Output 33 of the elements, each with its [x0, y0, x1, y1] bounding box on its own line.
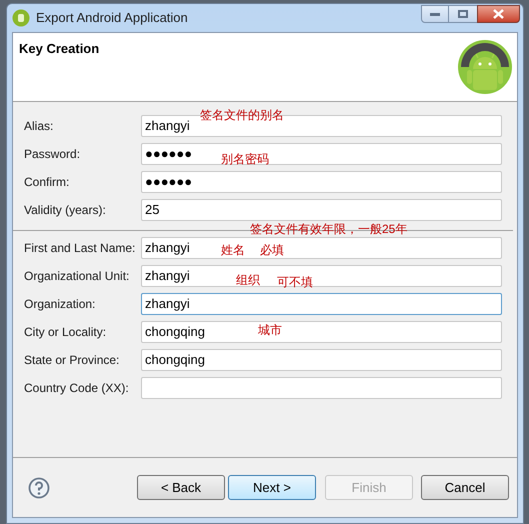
field-label: Confirm: [23, 174, 70, 191]
annotation-note: 签名文件有效年限，一般25年 [250, 221, 408, 238]
annotation-note: 组织 [236, 272, 260, 289]
android-robot-icon [457, 39, 513, 95]
field-label: City or Locality: [23, 324, 108, 341]
close-button[interactable] [477, 5, 520, 23]
close-icon [493, 9, 504, 19]
window-title: Export Android Application [36, 9, 188, 28]
field-label: Organizational Unit: [23, 268, 130, 285]
input-field[interactable] [141, 377, 502, 399]
page-title: Key Creation [19, 40, 100, 58]
annotation-note: 别名密码 [221, 151, 269, 168]
field-label: State or Province: [23, 352, 120, 369]
input-field[interactable]: 25 [141, 199, 502, 221]
field-label: First and Last Name: [23, 240, 136, 257]
input-field[interactable]: ●●●●●● [141, 171, 502, 193]
field-label: Organization: [23, 296, 96, 313]
field-label: Country Code (XX): [23, 380, 130, 397]
help-icon[interactable] [28, 476, 50, 498]
input-field[interactable]: zhangyi [141, 293, 502, 315]
minimize-button[interactable] [421, 5, 449, 23]
dialog-button[interactable]: Cancel [421, 475, 509, 500]
annotation-note: 城市 [258, 322, 282, 339]
field-label: Alias: [23, 118, 54, 135]
annotation-note: 姓名 [221, 242, 245, 259]
field-label: Password: [23, 146, 82, 163]
maximize-button[interactable] [449, 5, 477, 23]
dialog-button[interactable]: Next > [228, 475, 316, 500]
input-field[interactable]: chongqing [141, 349, 502, 371]
dialog-button[interactable]: < Back [137, 475, 225, 500]
annotation-note: 必填 [260, 242, 284, 259]
field-label: Validity (years): [23, 202, 107, 219]
android-app-icon [12, 9, 30, 27]
